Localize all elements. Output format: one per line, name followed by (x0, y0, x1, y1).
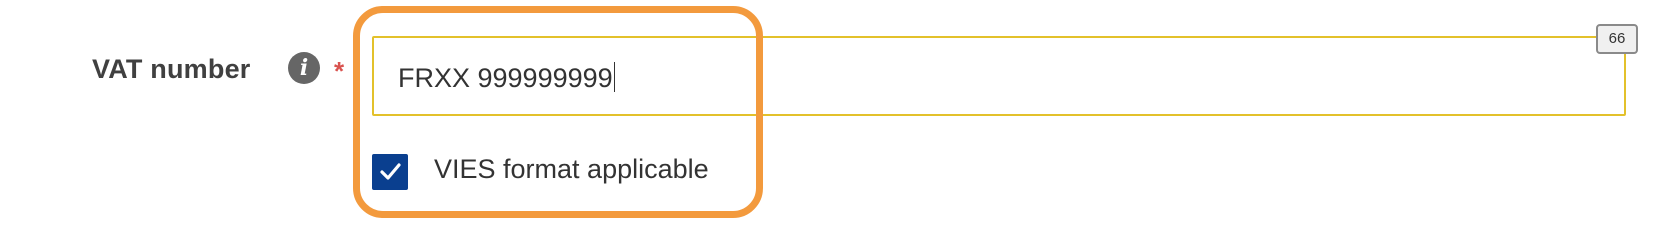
character-counter-badge: 66 (1596, 24, 1638, 54)
text-caret (613, 62, 615, 92)
required-marker: * (334, 56, 345, 86)
vat-number-value: FRXX 999999999 (398, 62, 615, 93)
vies-format-checkbox[interactable] (372, 154, 408, 190)
vat-number-input[interactable]: FRXX 999999999 (372, 36, 1626, 116)
checkmark-icon (380, 163, 401, 180)
vies-format-label[interactable]: VIES format applicable (434, 154, 709, 185)
vat-number-label: VAT number (92, 54, 251, 84)
info-icon[interactable]: i (288, 52, 320, 84)
vat-form-row: VAT number i * FRXX 999999999 66 VIES fo… (0, 0, 1674, 225)
